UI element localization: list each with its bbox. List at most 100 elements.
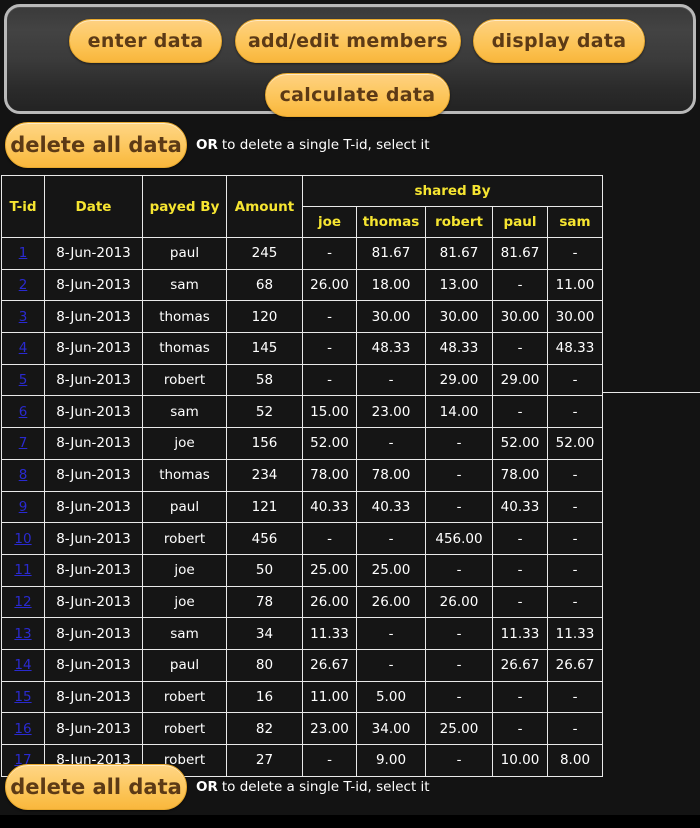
cell-share-joe: - — [302, 237, 357, 270]
cell-amount: 82 — [226, 712, 303, 745]
tid-link[interactable]: 15 — [14, 689, 31, 705]
delete-all-data-button-top[interactable]: delete all data — [5, 122, 187, 168]
cell-share-sam: - — [547, 680, 603, 714]
table-header-row-1: T-id Date payed By Amount shared By — [1, 175, 603, 238]
delete-hint-bottom: OR to delete a single T-id, select it — [196, 764, 430, 810]
cell-share-paul: 29.00 — [492, 363, 548, 397]
cell-share-thomas: 23.00 — [356, 395, 426, 429]
cell-share-paul: 78.00 — [492, 458, 548, 492]
cell-share-paul: 81.67 — [492, 237, 548, 270]
cell-share-sam: 48.33 — [547, 332, 603, 365]
cell-payed-by: robert — [142, 363, 227, 397]
cell-payed-by: paul — [142, 648, 227, 682]
column-header-date: Date — [44, 175, 143, 238]
bottom-strip — [0, 815, 700, 828]
tid-link[interactable]: 13 — [14, 626, 31, 642]
cell-amount: 156 — [226, 427, 303, 460]
cell-tid: 9 — [1, 490, 45, 524]
cell-share-thomas: 48.33 — [356, 332, 426, 365]
cell-amount: 68 — [226, 268, 303, 302]
tid-link[interactable]: 3 — [19, 309, 28, 325]
cell-share-thomas: - — [356, 427, 426, 460]
column-header-member-paul: paul — [492, 206, 548, 238]
delete-hint-top: OR to delete a single T-id, select it — [196, 122, 430, 168]
table-row: 13 8-Jun-2013 sam 34 11.33- -11.33 11.33 — [1, 617, 603, 650]
cell-date: 8-Jun-2013 — [44, 427, 143, 460]
table-row: 1 8-Jun-2013 paul 245-81.67 81.67 81.67- — [1, 237, 603, 270]
cell-tid: 1 — [1, 237, 45, 270]
cell-amount: 456 — [226, 522, 303, 555]
cell-tid: 12 — [1, 585, 45, 619]
cell-share-robert: 30.00 — [425, 300, 493, 334]
cell-share-thomas: 25.00 — [356, 553, 426, 587]
cell-share-thomas: - — [356, 648, 426, 682]
cell-payed-by: joe — [142, 553, 227, 587]
cell-payed-by: sam — [142, 617, 227, 650]
column-header-amount: Amount — [226, 175, 303, 238]
cell-share-joe: 11.33 — [302, 617, 357, 650]
tid-link[interactable]: 11 — [14, 562, 31, 578]
column-header-member-thomas: thomas — [356, 206, 426, 238]
cell-share-robert: 81.67 — [425, 237, 493, 270]
cell-share-thomas: 26.00 — [356, 585, 426, 619]
delete-bar-bottom: delete all data OR to delete a single T-… — [0, 764, 700, 812]
tid-link[interactable]: 2 — [19, 277, 28, 293]
tid-link[interactable]: 16 — [14, 721, 31, 737]
tid-link[interactable]: 12 — [14, 594, 31, 610]
cell-share-thomas: 81.67 — [356, 237, 426, 270]
cell-amount: 16 — [226, 680, 303, 714]
cell-share-robert: 14.00 — [425, 395, 493, 429]
cell-tid: 14 — [1, 648, 45, 682]
cell-share-joe: 11.00 — [302, 680, 357, 714]
cell-share-thomas: - — [356, 522, 426, 555]
cell-amount: 80 — [226, 648, 303, 682]
tid-link[interactable]: 14 — [14, 657, 31, 673]
cell-share-paul: 40.33 — [492, 490, 548, 524]
tid-link[interactable]: 5 — [19, 372, 28, 388]
cell-payed-by: robert — [142, 522, 227, 555]
cell-share-sam: 30.00 — [547, 300, 603, 334]
cell-date: 8-Jun-2013 — [44, 648, 143, 682]
display-data-button[interactable]: display data — [473, 19, 645, 63]
cell-date: 8-Jun-2013 — [44, 680, 143, 714]
tid-link[interactable]: 10 — [14, 531, 31, 547]
cell-share-paul: - — [492, 680, 548, 714]
cell-share-sam: - — [547, 395, 603, 429]
tid-link[interactable]: 7 — [19, 435, 28, 451]
cell-amount: 52 — [226, 395, 303, 429]
table-row: 12 8-Jun-2013 joe 78 26.00 26.00 26.00- - — [1, 585, 603, 619]
cell-tid: 2 — [1, 268, 45, 302]
cell-share-sam: - — [547, 458, 603, 492]
table-row: 6 8-Jun-2013 sam 52 15.00 23.00 14.00- - — [1, 395, 603, 429]
cell-share-sam: 11.33 — [547, 617, 603, 650]
cell-share-joe: 26.00 — [302, 585, 357, 619]
cell-share-thomas: 5.00 — [356, 680, 426, 714]
tid-link[interactable]: 9 — [19, 499, 28, 515]
cell-share-paul: - — [492, 395, 548, 429]
cell-share-joe: - — [302, 300, 357, 334]
cell-date: 8-Jun-2013 — [44, 712, 143, 745]
tid-link[interactable]: 8 — [19, 467, 28, 483]
tid-link[interactable]: 4 — [19, 340, 28, 356]
cell-share-sam: 11.00 — [547, 268, 603, 302]
enter-data-button[interactable]: enter data — [69, 19, 222, 63]
cell-share-joe: - — [302, 363, 357, 397]
cell-tid: 7 — [1, 427, 45, 460]
tid-link[interactable]: 1 — [19, 245, 28, 261]
tid-link[interactable]: 6 — [19, 404, 28, 420]
table-head: T-id Date payed By Amount shared By joe t… — [1, 175, 603, 238]
column-header-member-joe: joe — [302, 206, 357, 238]
cell-amount: 145 — [226, 332, 303, 365]
cell-share-joe: 26.67 — [302, 648, 357, 682]
cell-amount: 50 — [226, 553, 303, 587]
cell-amount: 234 — [226, 458, 303, 492]
cell-payed-by: paul — [142, 237, 227, 270]
cell-share-sam: - — [547, 522, 603, 555]
calculate-data-button[interactable]: calculate data — [265, 73, 450, 117]
cell-date: 8-Jun-2013 — [44, 585, 143, 619]
cell-share-thomas: 78.00 — [356, 458, 426, 492]
table-row: 2 8-Jun-2013 sam 68 26.00 18.00 13.00-11.00 — [1, 268, 603, 302]
delete-all-data-button-bottom[interactable]: delete all data — [5, 764, 187, 810]
cell-tid: 3 — [1, 300, 45, 334]
add-edit-members-button[interactable]: add/edit members — [235, 19, 461, 63]
